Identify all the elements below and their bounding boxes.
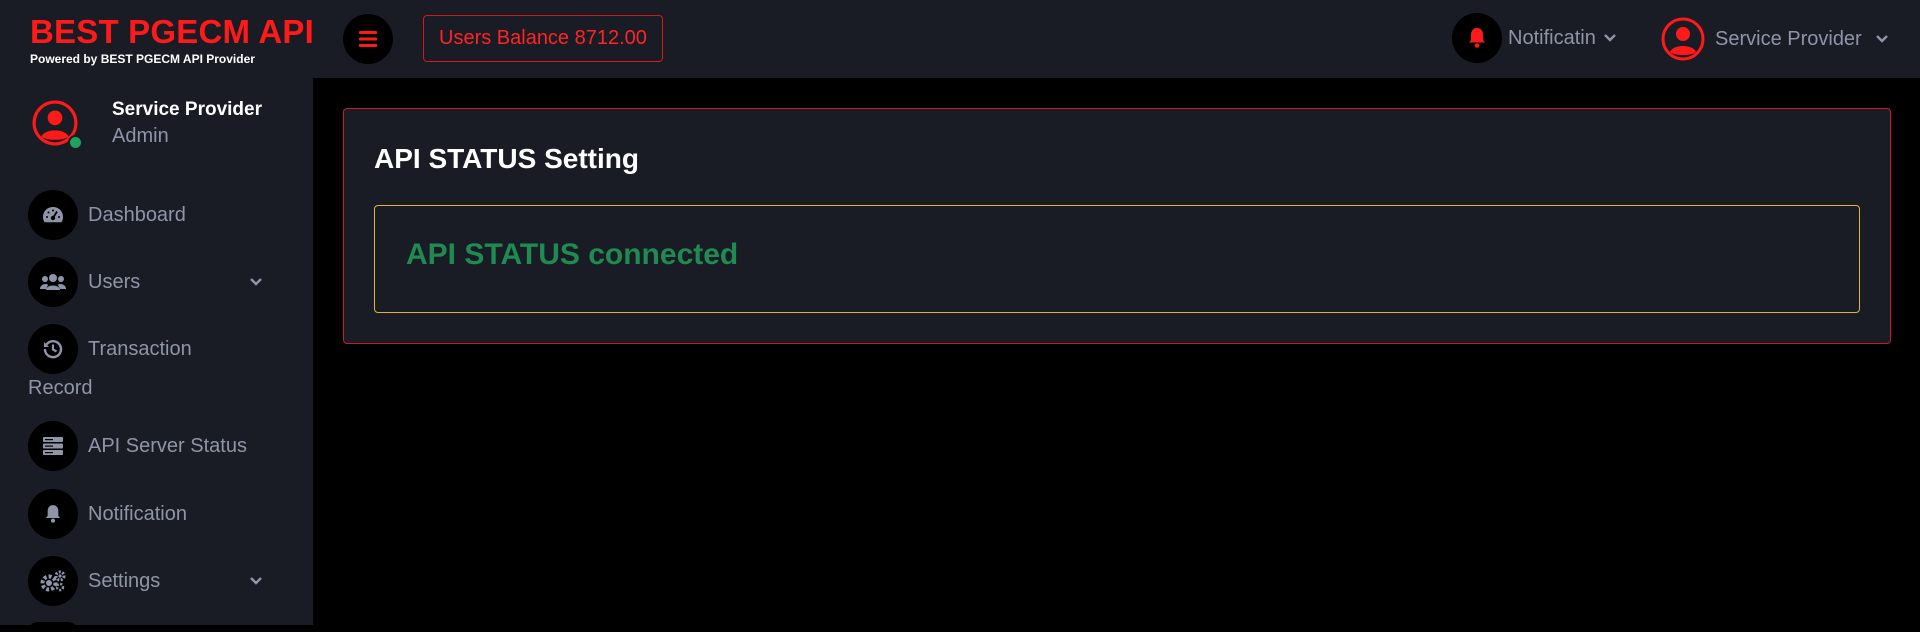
bell-icon [1469,28,1485,48]
sidebar-item-label: Settings [88,569,161,592]
user-avatar-icon [1661,17,1705,61]
sidebar-item-api-server-status[interactable]: API Server Status [28,421,247,471]
sidebar-user-name: Service Provider [112,99,262,120]
dashboard-icon [43,207,63,223]
online-status-dot [68,135,83,150]
profile-label: Service Provider [1715,27,1862,50]
nav-icon-circle [28,257,78,307]
chevron-down-icon [1603,34,1616,42]
sidebar-item-notification[interactable]: Notification [28,489,187,539]
server-icon [43,437,63,455]
page-title: API STATUS Setting [374,143,639,174]
nav-icon-circle [28,556,78,606]
sidebar-item-label: Dashboard [88,203,186,226]
nav-icon-circle [28,421,78,471]
gears-icon [40,570,66,592]
chevron-down-icon [250,577,262,585]
notification-bell-button [1452,13,1502,63]
users-balance-button[interactable]: Users Balance 8712.00 [423,15,663,62]
notification-dropdown[interactable]: Notificatin [1452,13,1616,63]
menu-toggle-button[interactable] [343,14,393,64]
sidebar-item-label-continued[interactable]: Record [28,377,92,400]
sidebar-item-label: Users [88,270,141,293]
sidebar-item-label: Notification [88,502,187,525]
avatar [32,100,83,150]
brand-logo[interactable]: BEST PGECM API Powered by BEST PGECM API… [30,13,314,67]
sidebar-item-settings[interactable]: Settings [28,556,278,606]
history-icon [43,340,63,359]
notification-label: Notificatin [1508,26,1596,49]
sidebar-item-dashboard[interactable]: Dashboard [28,190,186,240]
sidebar-next-item-partial [28,622,78,632]
bell-icon [45,505,61,523]
nav-icon-circle [28,489,78,539]
nav-icon-circle [28,190,78,240]
brand-title: BEST PGECM API [30,13,314,50]
sidebar-user-profile: Service Provider Admin [32,99,262,150]
hamburger-icon [359,31,377,47]
chevron-down-icon [250,278,262,286]
sidebar-item-transaction-record[interactable]: Transaction [28,324,192,374]
users-icon [40,274,66,290]
profile-dropdown[interactable]: Service Provider [1661,14,1888,64]
status-alert-box: API STATUS connected [374,205,1860,313]
sidebar-item-label: API Server Status [88,434,247,457]
chevron-down-icon [1875,35,1888,43]
brand-subtitle: Powered by BEST PGECM API Provider [30,52,255,66]
api-status-card: API STATUS Setting API STATUS connected [343,108,1891,344]
sidebar-item-label: Transaction [88,337,192,360]
api-status-text: API STATUS connected [406,238,739,271]
nav-icon-circle [28,324,78,374]
sidebar-item-users[interactable]: Users [28,257,278,307]
sidebar-user-role: Admin [112,125,169,147]
sidebar: Service Provider Admin Dashboard Users T… [0,78,313,632]
top-navbar: BEST PGECM API Powered by BEST PGECM API… [0,0,1920,78]
